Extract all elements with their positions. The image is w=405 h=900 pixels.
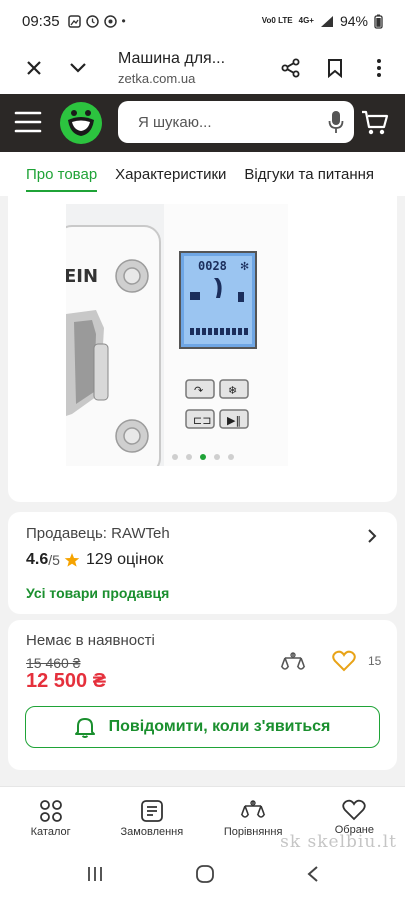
chrome-icon [103,14,117,28]
microphone-icon[interactable] [328,110,344,134]
home-icon[interactable] [195,864,215,884]
signal-icon [320,15,333,27]
page-url: zetka.com.ua [118,71,196,86]
nav-catalog[interactable]: Каталог [0,787,101,848]
status-bar: 09:35 • Vo0 LTE 4G+ 94% [0,0,405,42]
nav-compare-label: Порівняння [223,826,283,838]
site-header: Я шукаю... [0,94,405,152]
old-price: 15 460 ₴ [26,655,81,671]
status-time: 09:35 [22,12,60,30]
search-input[interactable]: Я шукаю... [118,101,354,143]
clock-icon [85,14,99,28]
product-photo[interactable]: EIN 0028 ✻ ↷ ❄ ⊏⊐ ▶‖ [66,204,288,466]
watermark: sk skelbiu.lt [280,832,397,852]
carousel-dot[interactable] [172,454,178,460]
carousel-dot-active[interactable] [200,454,206,460]
page-title: Машина для... [118,50,226,67]
dot-icon: • [121,14,126,28]
current-price: 12 500 ₴ [26,670,107,692]
heart-icon [342,799,367,821]
chevron-right-icon[interactable] [367,528,377,544]
svg-text:↷: ↷ [194,384,203,397]
compare-icon [240,800,266,818]
cart-button[interactable] [360,109,390,142]
battery-icon [374,14,383,29]
more-menu-button[interactable] [357,46,401,90]
tab-reviews[interactable]: Відгуки та питання [244,166,374,183]
battery-level: 94% [339,13,368,29]
tab-about[interactable]: Про товар [26,152,98,196]
notify-button-label: Повідомити, коли з'явиться [108,718,331,735]
carousel-dot[interactable] [186,454,192,460]
close-tab-button[interactable] [12,46,56,90]
network-type: 4G+ [298,16,314,25]
compare-icon[interactable] [280,650,306,676]
system-navigation [0,848,405,900]
carousel-dot[interactable] [228,454,234,460]
menu-button[interactable] [14,110,42,139]
product-image-card: EIN 0028 ✻ ↷ ❄ ⊏⊐ ▶‖ [8,196,397,502]
heart-icon[interactable] [332,650,356,672]
bookmark-button[interactable] [313,46,357,90]
back-icon[interactable] [306,865,320,883]
close-icon [27,61,41,75]
network-label: Vo0 LTE [261,16,293,25]
gallery-icon [67,14,81,28]
price-card: Немає в наявності 15 460 ₴ 12 500 ₴ 15 П… [8,620,397,770]
rating-max: /5 [48,552,60,568]
hamburger-icon [14,111,42,133]
share-button[interactable] [269,46,313,90]
all-seller-products-link[interactable]: Усі товари продавця [26,585,169,601]
rating-value: 4.6 [26,551,49,568]
site-logo[interactable] [58,100,104,151]
more-vertical-icon [377,59,381,77]
browser-toolbar: Машина для... zetka.com.ua [0,42,405,94]
nav-orders[interactable]: Замовлення [101,787,202,848]
star-icon [64,553,80,567]
product-tabs: Про товар Характеристики Відгуки та пита… [0,152,405,196]
bookmark-icon [328,59,342,78]
display-time: 0028 [198,259,227,273]
search-placeholder: Я шукаю... [138,113,212,131]
page-title-box[interactable]: Машина для... zetka.com.ua [100,50,269,86]
catalog-icon [39,800,62,822]
svg-text:⊏⊐: ⊏⊐ [193,414,211,427]
collapse-button[interactable] [56,46,100,90]
nav-orders-label: Замовлення [120,826,184,838]
recent-apps-icon[interactable] [86,865,104,883]
logo-icon [60,102,102,144]
reviews-count: 129 оцінок [85,551,164,568]
page: 09:35 • Vo0 LTE 4G+ 94% Машина для... ze… [0,0,405,900]
nav-catalog-label: Каталог [30,826,71,838]
cart-icon [362,110,389,135]
share-icon [281,58,300,78]
svg-text:❄: ❄ [228,384,237,397]
notification-icons: • [67,14,126,28]
favorites-count: 15 [368,654,382,668]
machine-illustration: EIN 0028 ✻ ↷ ❄ ⊏⊐ ▶‖ [66,204,288,466]
svg-text:✻: ✻ [240,260,249,273]
svg-text:▶‖: ▶‖ [227,414,241,427]
carousel-dot[interactable] [214,454,220,460]
seller-card[interactable]: Продавець: RAWTeh 4.6/5 129 оцінок Усі т… [8,512,397,614]
notify-when-available-button[interactable]: Повідомити, коли з'явиться [25,706,380,748]
chevron-down-icon [70,63,86,73]
tab-characteristics[interactable]: Характеристики [115,166,226,183]
brand-text: EIN [66,266,98,287]
seller-name: Продавець: RAWTeh [26,525,170,542]
availability-status: Немає в наявності [26,632,155,649]
seller-rating: 4.6/5 129 оцінок [26,551,163,569]
carousel-dots [172,454,234,460]
bell-icon [74,718,95,738]
status-right: Vo0 LTE 4G+ 94% [262,13,383,29]
orders-icon [140,800,163,822]
